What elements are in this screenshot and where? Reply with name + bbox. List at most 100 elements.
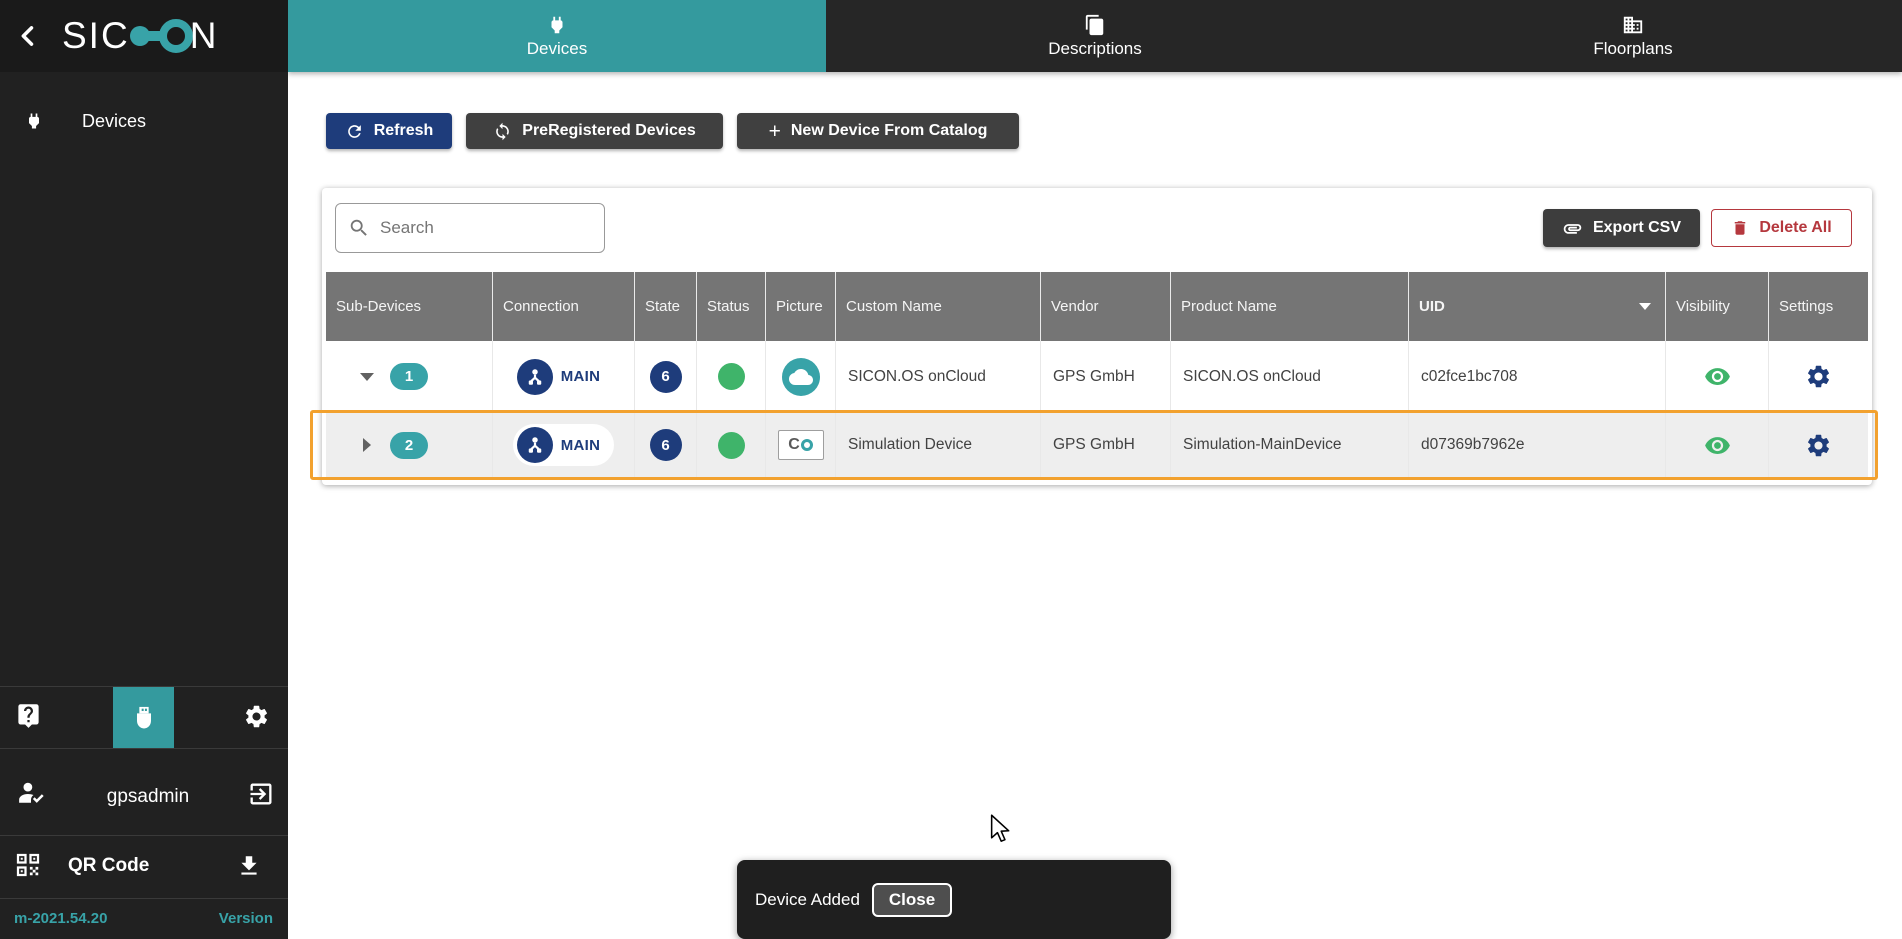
sub-devices-cell: 2 (326, 413, 493, 477)
tab-bar: Devices Descriptions Floorplans (288, 0, 1902, 72)
column-header-settings[interactable]: Settings (1769, 272, 1868, 341)
chevron-down-icon (360, 373, 374, 381)
refresh-label: Refresh (374, 122, 434, 140)
gear-icon[interactable] (243, 703, 270, 730)
uid-cell: c02fce1bc708 (1409, 341, 1666, 412)
column-header-state[interactable]: State (635, 272, 697, 341)
visibility-cell (1666, 341, 1769, 412)
new-device-from-catalog-button[interactable]: + New Device From Catalog (737, 113, 1019, 149)
sub-device-count-badge: 1 (390, 363, 428, 390)
help-icon[interactable] (15, 702, 42, 729)
search-box[interactable] (335, 203, 605, 253)
sicon-logo-mark-icon (126, 14, 196, 58)
preregistered-label: PreRegistered Devices (522, 122, 695, 140)
export-csv-button[interactable]: Export CSV (1543, 209, 1700, 247)
search-input[interactable] (380, 218, 580, 238)
eye-icon[interactable] (1704, 363, 1731, 390)
vendor-cell: GPS GmbH (1041, 413, 1171, 477)
main-content: Refresh PreRegistered Devices + New Devi… (288, 72, 1902, 939)
column-header-picture[interactable]: Picture (766, 272, 836, 341)
qr-code-label[interactable]: QR Code (68, 855, 149, 877)
visibility-cell (1666, 413, 1769, 477)
download-icon[interactable] (236, 853, 262, 879)
sub-devices-cell: 1 (326, 341, 493, 412)
sidebar-devices-active-button[interactable] (113, 687, 174, 748)
app-logo: SICN (62, 14, 218, 58)
tab-floorplans[interactable]: Floorplans (1364, 0, 1902, 72)
gear-icon[interactable] (1805, 363, 1832, 390)
table-header-row: Sub-Devices Connection State Status Pict… (326, 272, 1868, 341)
export-csv-label: Export CSV (1593, 219, 1681, 237)
column-header-visibility[interactable]: Visibility (1666, 272, 1769, 341)
toast-message: Device Added (755, 890, 860, 910)
back-icon[interactable] (14, 22, 42, 50)
devices-table: Sub-Devices Connection State Status Pict… (326, 272, 1868, 477)
username: gpsadmin (88, 786, 208, 808)
divider (0, 748, 288, 749)
column-header-sub-devices[interactable]: Sub-Devices (326, 272, 493, 341)
eye-icon[interactable] (1704, 432, 1731, 459)
status-online-dot (718, 363, 745, 390)
qr-code-icon[interactable] (13, 850, 43, 880)
connection-cell: MAIN (493, 341, 635, 412)
table-row[interactable]: 2 MAIN 6 C Simu (326, 413, 1868, 477)
tab-label: Floorplans (1593, 39, 1672, 59)
attachment-icon (1562, 218, 1583, 239)
gear-icon[interactable] (1805, 432, 1832, 459)
sync-icon (493, 122, 512, 141)
column-header-product-name[interactable]: Product Name (1171, 272, 1409, 341)
cloud-logo-icon (782, 358, 820, 396)
state-cell: 6 (635, 341, 697, 412)
delete-all-label: Delete All (1759, 219, 1831, 237)
refresh-button[interactable]: Refresh (326, 113, 452, 149)
trash-icon (1731, 219, 1749, 237)
status-cell (697, 413, 766, 477)
tab-devices[interactable]: Devices (288, 0, 826, 72)
column-header-status[interactable]: Status (697, 272, 766, 341)
column-header-connection[interactable]: Connection (493, 272, 635, 341)
version-value: m-2021.54.20 (14, 910, 107, 927)
custom-name-cell: SICON.OS onCloud (836, 341, 1041, 412)
sort-desc-icon (1639, 303, 1651, 310)
tab-descriptions[interactable]: Descriptions (826, 0, 1364, 72)
version-label: Version (219, 910, 273, 927)
tab-label: Descriptions (1048, 39, 1142, 59)
vendor-cell: GPS GmbH (1041, 341, 1171, 412)
documents-icon (1084, 14, 1106, 36)
picture-cell: C (766, 413, 836, 477)
logout-icon[interactable] (247, 780, 275, 808)
column-header-custom-name[interactable]: Custom Name (836, 272, 1041, 341)
divider (0, 835, 288, 836)
column-header-uid[interactable]: UID (1409, 272, 1666, 341)
expand-row-toggle[interactable] (360, 438, 374, 452)
product-name-cell: SICON.OS onCloud (1171, 341, 1409, 412)
product-name-cell: Simulation-MainDevice (1171, 413, 1409, 477)
network-hub-icon (517, 359, 553, 395)
table-row[interactable]: 1 MAIN 6 SICON (326, 341, 1868, 413)
delete-all-button[interactable]: Delete All (1711, 209, 1852, 247)
connection-chip: MAIN (513, 356, 615, 398)
status-online-dot (718, 432, 745, 459)
new-device-label: New Device From Catalog (791, 122, 988, 140)
plus-icon: + (769, 121, 781, 142)
connection-label: MAIN (561, 437, 601, 454)
picture-cell (766, 341, 836, 412)
sidebar: SICN Devices gpsadmin QR Code m-2021.54.… (0, 0, 288, 939)
user-check-icon (16, 779, 46, 809)
toast-close-button[interactable]: Close (872, 883, 952, 917)
sidebar-item-devices[interactable]: Devices (0, 98, 288, 144)
state-badge: 6 (650, 361, 682, 393)
logo-text-sic: SIC (62, 15, 130, 57)
connection-chip: MAIN (513, 424, 615, 466)
collapse-row-toggle[interactable] (360, 373, 374, 381)
preregistered-devices-button[interactable]: PreRegistered Devices (466, 113, 723, 149)
connection-cell: MAIN (493, 413, 635, 477)
column-header-vendor[interactable]: Vendor (1041, 272, 1171, 341)
connection-label: MAIN (561, 368, 601, 385)
sidebar-item-label: Devices (82, 111, 146, 132)
state-badge: 6 (650, 429, 682, 461)
uid-cell: d07369b7962e (1409, 413, 1666, 477)
sub-device-count-badge: 2 (390, 432, 428, 459)
settings-cell (1769, 413, 1868, 477)
network-hub-icon (517, 427, 553, 463)
